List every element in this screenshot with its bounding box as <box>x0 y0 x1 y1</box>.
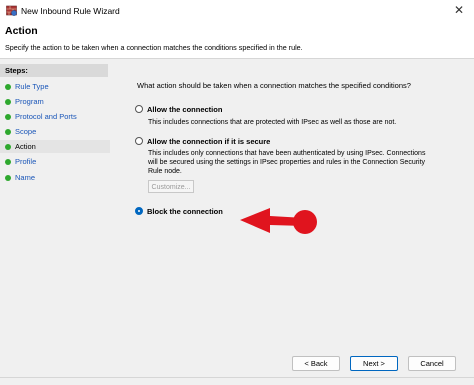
step-action[interactable]: Action <box>0 140 110 153</box>
step-dot-icon <box>5 98 11 105</box>
step-dot-icon <box>5 143 11 150</box>
allow-if-secure-label[interactable]: Allow the connection if it is secure <box>147 137 270 146</box>
close-icon[interactable]: ✕ <box>454 3 464 17</box>
step-program[interactable]: Program <box>0 95 110 108</box>
title-bar: New Inbound Rule Wizard ✕ <box>0 0 474 22</box>
cancel-button[interactable]: Cancel <box>408 356 456 371</box>
step-dot-icon <box>5 174 11 181</box>
description-line: This includes only connections that have… <box>148 150 426 157</box>
window-title: New Inbound Rule Wizard <box>21 6 120 16</box>
step-rule-type[interactable]: Rule Type <box>0 80 110 93</box>
allow-connection-label[interactable]: Allow the connection <box>147 105 222 114</box>
allow-connection-description: This includes connections that are prote… <box>148 119 397 126</box>
step-label: Scope <box>15 127 37 136</box>
description-line: Rule node. <box>148 168 182 175</box>
wizard-header: Action Specify the action to be taken wh… <box>0 22 474 59</box>
steps-heading: Steps: <box>0 64 108 77</box>
firewall-app-icon <box>6 5 17 16</box>
step-label: Profile <box>15 157 37 166</box>
step-label: Rule Type <box>15 82 49 91</box>
step-dot-icon <box>5 83 11 90</box>
step-label: Name <box>15 173 36 182</box>
allow-if-secure-description: This includes only connections that have… <box>148 149 425 176</box>
back-button[interactable]: < Back <box>292 356 340 371</box>
window-bottom-border <box>0 377 474 378</box>
block-connection-label[interactable]: Block the connection <box>147 207 223 216</box>
step-label: Protocol and Ports <box>15 112 77 121</box>
main-content: What action should be taken when a conne… <box>111 59 474 385</box>
step-dot-icon <box>5 113 11 120</box>
action-question: What action should be taken when a conne… <box>137 81 411 90</box>
customize-button[interactable]: Customize... <box>148 180 194 193</box>
step-dot-icon <box>5 128 11 135</box>
block-connection-radio[interactable] <box>135 207 143 215</box>
step-profile[interactable]: Profile <box>0 155 110 168</box>
step-label: Program <box>15 97 44 106</box>
allow-if-secure-radio[interactable] <box>135 137 143 145</box>
step-label: Action <box>15 142 36 151</box>
step-dot-icon <box>5 158 11 165</box>
step-name[interactable]: Name <box>0 171 110 184</box>
page-title: Action <box>5 25 38 37</box>
description-line: will be secured using the settings in IP… <box>148 159 426 166</box>
steps-panel: Steps: Rule Type Program Protocol and Po… <box>0 59 110 385</box>
page-description: Specify the action to be taken when a co… <box>5 43 303 52</box>
allow-connection-radio[interactable] <box>135 105 143 113</box>
step-scope[interactable]: Scope <box>0 125 110 138</box>
red-arrow-annotation <box>240 208 317 234</box>
next-button[interactable]: Next > <box>350 356 398 371</box>
step-protocol-and-ports[interactable]: Protocol and Ports <box>0 110 110 123</box>
